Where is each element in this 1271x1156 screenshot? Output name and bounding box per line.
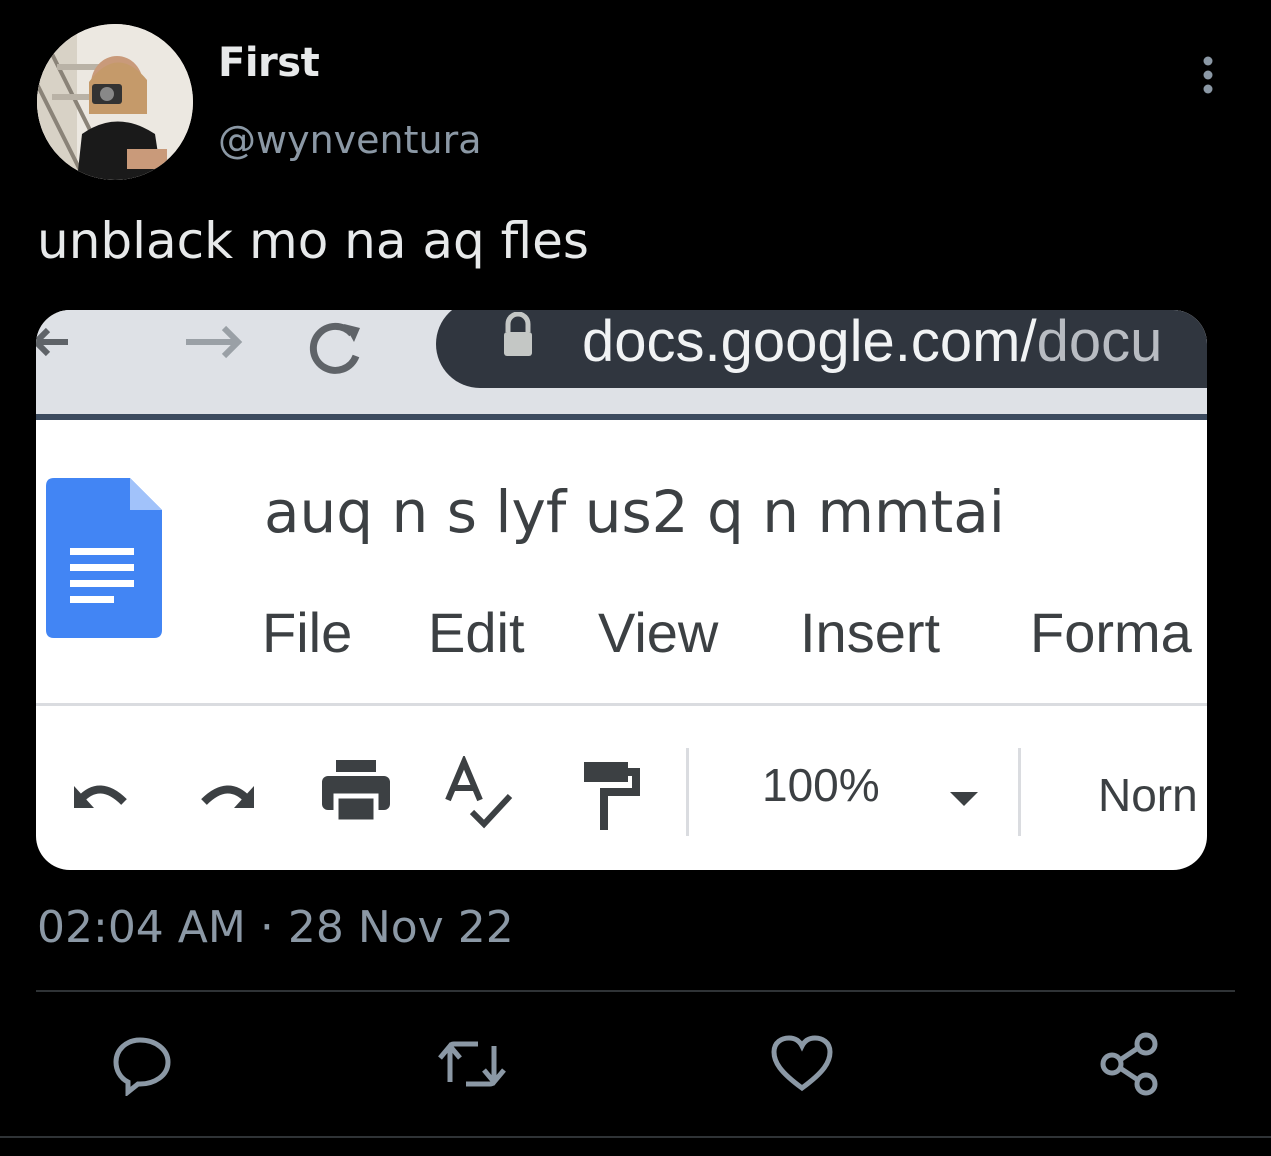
- share-icon: [1100, 1032, 1158, 1096]
- more-vertical-icon: [1203, 56, 1213, 94]
- menu-insert: Insert: [800, 601, 941, 664]
- spellcheck-icon: [445, 756, 513, 829]
- url-tail: docu: [1036, 310, 1163, 374]
- heart-icon: [771, 1035, 833, 1092]
- url-main: docs.google.com/: [582, 310, 1037, 374]
- docs-menu-bar: File Edit View Insert Forma: [36, 600, 1207, 670]
- tweet-media-image[interactable]: docs.google.com/docu auq n s lyf us2 q n…: [36, 310, 1207, 870]
- zoom-value: 100%: [762, 759, 880, 811]
- bottom-divider: [0, 1136, 1271, 1138]
- lock-icon: [504, 312, 532, 356]
- redo-icon: [201, 785, 254, 808]
- menu-divider: [36, 703, 1207, 706]
- forward-arrow-icon: [186, 325, 243, 359]
- tweet-text: unblack mo na aq fles: [37, 212, 589, 270]
- tweet-timestamp[interactable]: 02:04 AM · 28 Nov 22: [37, 902, 514, 953]
- url-text: docs.google.com/docu: [582, 310, 1162, 375]
- print-icon: [322, 760, 390, 825]
- tweet-time: 02:04 AM: [37, 902, 246, 953]
- meta-separator: ·: [259, 902, 274, 953]
- reply-icon: [113, 1037, 171, 1098]
- reply-button[interactable]: [110, 1032, 174, 1098]
- menu-format: Forma: [1030, 601, 1192, 664]
- author-display-name[interactable]: First: [218, 40, 320, 86]
- reload-icon: [309, 322, 360, 374]
- share-button[interactable]: [1098, 1032, 1162, 1096]
- retweet-icon: [438, 1041, 506, 1087]
- toolbar-separator: [1018, 748, 1021, 836]
- dropdown-caret-icon: [950, 792, 978, 806]
- document-title: auq n s lyf us2 q n mmtai: [264, 478, 1005, 546]
- toolbar-separator: [686, 748, 689, 836]
- like-button[interactable]: [770, 1032, 834, 1096]
- browser-toolbar: docs.google.com/docu: [36, 310, 1207, 420]
- paragraph-style-value: Norn: [1098, 769, 1198, 821]
- paint-format-icon: [584, 762, 640, 830]
- actions-divider: [36, 990, 1235, 992]
- back-arrow-icon: [36, 327, 68, 357]
- tweet-date: 28 Nov 22: [287, 902, 514, 953]
- author-handle[interactable]: @wynventura: [218, 118, 482, 162]
- menu-file: File: [262, 601, 353, 664]
- more-options-button[interactable]: [1192, 55, 1224, 95]
- menu-edit: Edit: [428, 601, 525, 664]
- retweet-button[interactable]: [434, 1032, 510, 1096]
- menu-view: View: [598, 601, 719, 664]
- undo-icon: [74, 785, 127, 808]
- author-avatar[interactable]: [37, 24, 193, 180]
